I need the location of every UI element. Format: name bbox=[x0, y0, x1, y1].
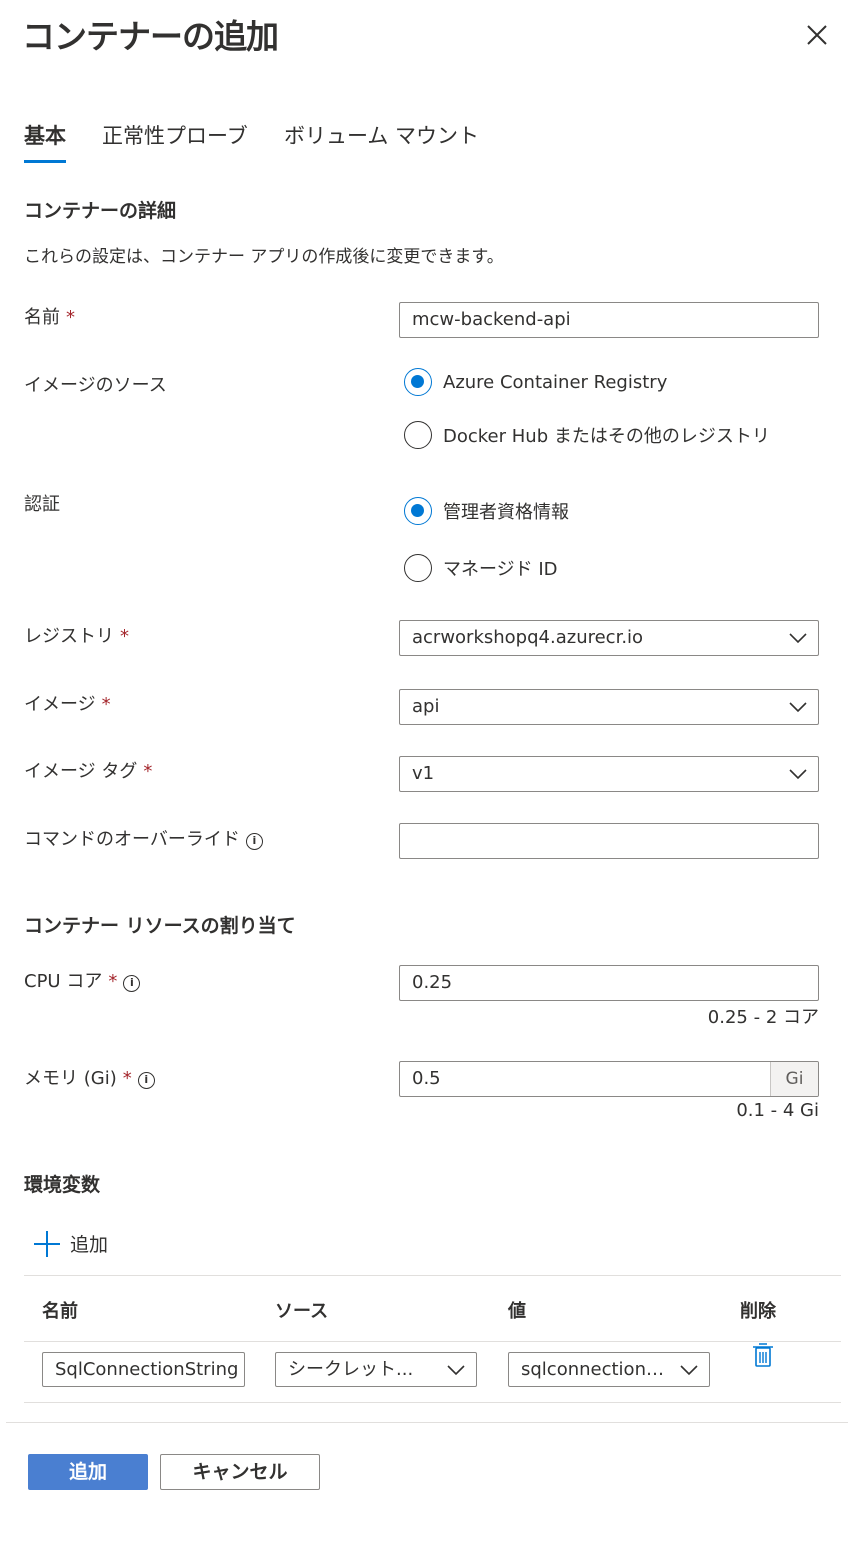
image-source-option-acr[interactable]: Azure Container Registry bbox=[404, 368, 667, 396]
image-source-option-label: Docker Hub またはその他のレジストリ bbox=[443, 426, 770, 447]
divider bbox=[24, 1402, 841, 1403]
info-icon[interactable]: i bbox=[245, 833, 263, 850]
required-marker: * bbox=[101, 694, 111, 715]
chevron-down-icon bbox=[447, 1365, 465, 1376]
image-source-option-label: Azure Container Registry bbox=[443, 371, 668, 393]
name-label: 名前 * bbox=[24, 303, 75, 329]
env-var-value: sqlconnections... bbox=[521, 1359, 673, 1380]
memory-unit-suffix: Gi bbox=[770, 1062, 818, 1096]
image-label: イメージ * bbox=[24, 690, 111, 716]
add-env-var-label: 追加 bbox=[70, 1234, 109, 1256]
env-var-source-dropdown[interactable]: シークレット... bbox=[275, 1352, 477, 1387]
radio-button-checked[interactable] bbox=[404, 368, 432, 396]
plus-icon bbox=[34, 1230, 60, 1257]
resource-allocation-heading: コンテナー リソースの割り当て bbox=[24, 915, 296, 937]
active-tab-indicator bbox=[24, 160, 66, 163]
image-tag-label-text: イメージ タグ bbox=[24, 761, 138, 782]
required-marker: * bbox=[108, 971, 118, 992]
tab-basics[interactable]: 基本 bbox=[24, 120, 66, 150]
registry-label: レジストリ * bbox=[24, 622, 129, 648]
env-var-value-dropdown[interactable]: sqlconnections... bbox=[508, 1352, 710, 1387]
cancel-button[interactable]: キャンセル bbox=[160, 1454, 320, 1490]
required-marker: * bbox=[66, 307, 75, 328]
command-override-label: コマンドのオーバーライド i bbox=[24, 825, 263, 851]
cpu-input[interactable]: 0.25 bbox=[399, 965, 819, 1001]
footer-divider bbox=[6, 1422, 848, 1423]
memory-value: 0.5 bbox=[412, 1068, 441, 1089]
add-button[interactable]: 追加 bbox=[28, 1454, 148, 1490]
close-icon[interactable] bbox=[804, 22, 830, 48]
info-icon[interactable]: i bbox=[123, 975, 141, 992]
image-tag-label: イメージ タグ * bbox=[24, 757, 152, 783]
page-title: コンテナーの追加 bbox=[22, 17, 279, 56]
radio-button[interactable] bbox=[404, 554, 432, 582]
divider bbox=[24, 1275, 841, 1276]
memory-label-text: メモリ (Gi) bbox=[24, 1068, 117, 1089]
image-value: api bbox=[412, 696, 440, 717]
name-label-text: 名前 bbox=[24, 307, 60, 328]
image-label-text: イメージ bbox=[24, 694, 96, 715]
divider bbox=[24, 1341, 841, 1342]
radio-button[interactable] bbox=[404, 421, 432, 449]
command-override-input[interactable] bbox=[399, 823, 819, 859]
memory-label: メモリ (Gi) * i bbox=[24, 1064, 155, 1090]
env-var-source-value: シークレット... bbox=[288, 1359, 414, 1380]
name-input[interactable]: mcw-backend-api bbox=[399, 302, 819, 338]
command-override-label-text: コマンドのオーバーライド bbox=[24, 829, 240, 850]
auth-option-admin-credentials[interactable]: 管理者資格情報 bbox=[404, 497, 569, 525]
column-header-value: 値 bbox=[508, 1301, 526, 1322]
delete-icon[interactable] bbox=[752, 1342, 774, 1368]
add-env-var-button[interactable]: 追加 bbox=[34, 1230, 108, 1260]
chevron-down-icon bbox=[789, 633, 807, 644]
cpu-label-text: CPU コア bbox=[24, 971, 103, 992]
auth-option-managed-id[interactable]: マネージド ID bbox=[404, 554, 558, 582]
env-vars-heading: 環境変数 bbox=[24, 1174, 101, 1196]
registry-value: acrworkshopq4.azurecr.io bbox=[412, 627, 644, 648]
image-source-option-docker-hub[interactable]: Docker Hub またはその他のレジストリ bbox=[404, 421, 770, 449]
memory-range-hint: 0.1 - 4 Gi bbox=[736, 1100, 819, 1121]
chevron-down-icon bbox=[680, 1365, 698, 1376]
info-icon[interactable]: i bbox=[137, 1072, 155, 1089]
cpu-label: CPU コア * i bbox=[24, 967, 141, 993]
column-header-source: ソース bbox=[275, 1301, 329, 1322]
registry-label-text: レジストリ bbox=[24, 626, 114, 647]
container-details-description: これらの設定は、コンテナー アプリの作成後に変更できます。 bbox=[24, 247, 504, 267]
tab-health-probes[interactable]: 正常性プローブ bbox=[102, 120, 248, 150]
radio-button-checked[interactable] bbox=[404, 497, 432, 525]
required-marker: * bbox=[120, 626, 129, 647]
cpu-range-hint: 0.25 - 2 コア bbox=[707, 1007, 819, 1028]
auth-option-label: マネージド ID bbox=[443, 559, 558, 580]
auth-label: 認証 bbox=[24, 494, 60, 515]
image-source-label: イメージのソース bbox=[24, 375, 167, 396]
image-dropdown[interactable]: api bbox=[399, 689, 819, 725]
add-container-panel: コンテナーの追加 基本 正常性プローブ ボリューム マウント コンテナーの詳細 … bbox=[0, 0, 848, 1551]
registry-dropdown[interactable]: acrworkshopq4.azurecr.io bbox=[399, 620, 819, 656]
required-marker: * bbox=[122, 1068, 132, 1089]
column-header-name: 名前 bbox=[42, 1301, 78, 1322]
tab-volume-mounts[interactable]: ボリューム マウント bbox=[284, 120, 479, 150]
container-details-heading: コンテナーの詳細 bbox=[24, 200, 177, 222]
column-header-delete: 削除 bbox=[740, 1301, 776, 1322]
chevron-down-icon bbox=[789, 702, 807, 713]
auth-option-label: 管理者資格情報 bbox=[443, 502, 569, 523]
image-tag-value: v1 bbox=[412, 763, 435, 784]
memory-input[interactable]: 0.5 Gi bbox=[399, 1061, 819, 1097]
image-tag-dropdown[interactable]: v1 bbox=[399, 756, 819, 792]
env-var-name-input[interactable]: SqlConnectionString bbox=[42, 1352, 245, 1387]
required-marker: * bbox=[143, 761, 153, 782]
chevron-down-icon bbox=[789, 769, 807, 780]
